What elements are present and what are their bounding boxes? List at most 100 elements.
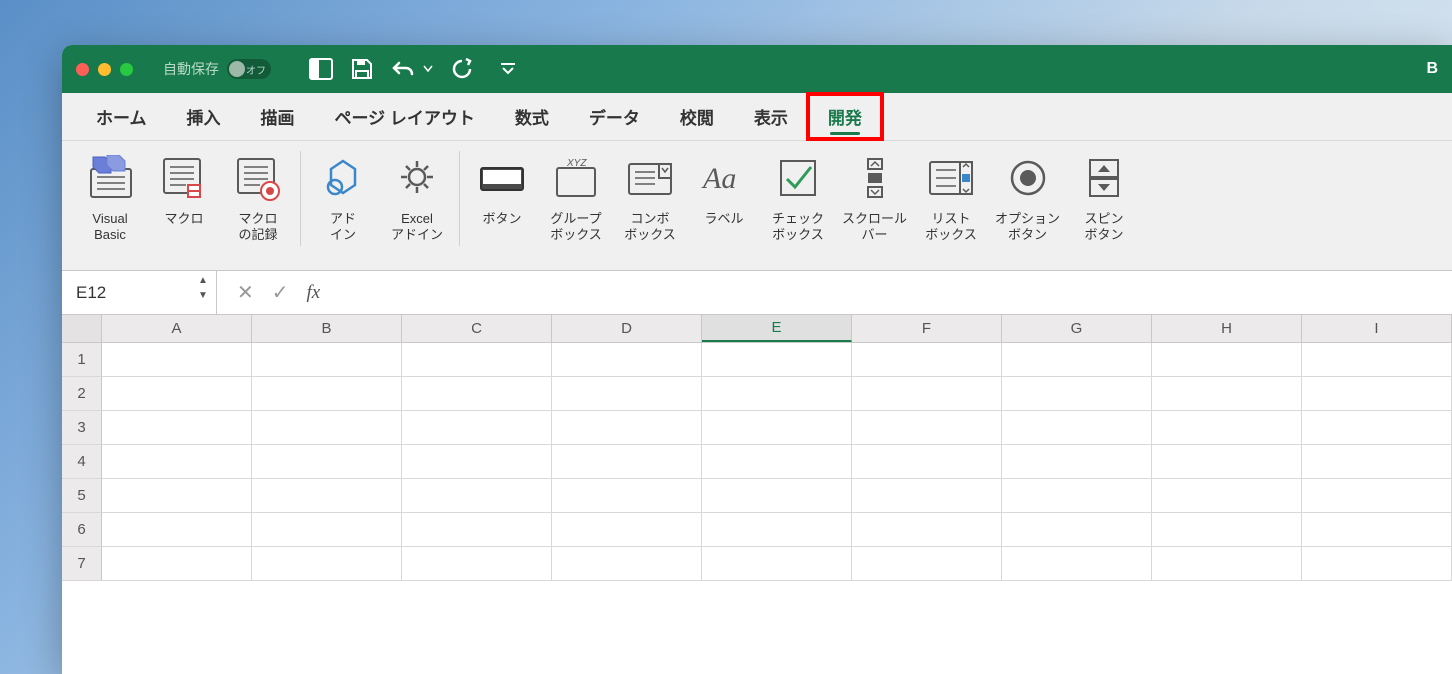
label-control[interactable]: Aa ラベル <box>694 149 754 227</box>
cell[interactable] <box>1152 445 1302 479</box>
cell[interactable] <box>102 411 252 445</box>
stepper-up-icon[interactable]: ▲ <box>196 275 210 289</box>
cell[interactable] <box>702 343 852 377</box>
tab-page-layout[interactable]: ページ レイアウト <box>315 94 495 139</box>
tab-draw[interactable]: 描画 <box>241 94 315 139</box>
column-header[interactable]: A <box>102 315 252 342</box>
cell[interactable] <box>1152 411 1302 445</box>
stepper-down-icon[interactable]: ▼ <box>196 290 210 304</box>
column-header[interactable]: H <box>1152 315 1302 342</box>
cell[interactable] <box>852 445 1002 479</box>
fx-icon[interactable]: fx <box>307 282 321 304</box>
cell[interactable] <box>1302 547 1452 581</box>
cell[interactable] <box>1152 479 1302 513</box>
cell[interactable] <box>702 479 852 513</box>
cell[interactable] <box>852 411 1002 445</box>
select-all-corner[interactable] <box>62 315 102 342</box>
cell[interactable] <box>102 445 252 479</box>
cell[interactable] <box>702 411 852 445</box>
cell[interactable] <box>102 377 252 411</box>
cell[interactable] <box>552 547 702 581</box>
cell[interactable] <box>1002 343 1152 377</box>
tab-home[interactable]: ホーム <box>76 94 167 139</box>
column-header[interactable]: D <box>552 315 702 342</box>
cell[interactable] <box>702 513 852 547</box>
cell[interactable] <box>702 445 852 479</box>
cell[interactable] <box>102 343 252 377</box>
formula-input[interactable] <box>340 271 1452 314</box>
cell[interactable] <box>702 547 852 581</box>
cell[interactable] <box>552 411 702 445</box>
cell[interactable] <box>852 479 1002 513</box>
cell[interactable] <box>402 343 552 377</box>
cell[interactable] <box>1152 547 1302 581</box>
autosave-toggle[interactable]: 自動保存 オフ <box>163 59 271 79</box>
visual-basic-button[interactable]: Visual Basic <box>80 149 140 244</box>
addin-button[interactable]: アド イン <box>313 149 373 244</box>
cell[interactable] <box>252 479 402 513</box>
cell[interactable] <box>102 547 252 581</box>
zoom-icon[interactable] <box>120 63 133 76</box>
cell[interactable] <box>402 547 552 581</box>
combobox-control[interactable]: コンボ ボックス <box>620 149 680 244</box>
cell[interactable] <box>1302 411 1452 445</box>
undo-icon[interactable] <box>391 59 415 79</box>
cell[interactable] <box>252 377 402 411</box>
tab-developer[interactable]: 開発 <box>808 94 882 139</box>
column-header[interactable]: E <box>702 315 852 342</box>
cell[interactable] <box>1152 377 1302 411</box>
scrollbar-control[interactable]: スクロール バー <box>842 149 907 244</box>
cell[interactable] <box>1002 377 1152 411</box>
checkbox-control[interactable]: チェック ボックス <box>768 149 828 244</box>
cell[interactable] <box>1302 343 1452 377</box>
cell[interactable] <box>1152 343 1302 377</box>
cell[interactable] <box>702 377 852 411</box>
row-header[interactable]: 4 <box>62 445 102 479</box>
cell[interactable] <box>402 479 552 513</box>
cell[interactable] <box>1002 513 1152 547</box>
cell[interactable] <box>852 547 1002 581</box>
cancel-icon[interactable]: ✕ <box>237 280 254 305</box>
home-icon[interactable] <box>309 58 333 80</box>
spinbutton-control[interactable]: スピン ボタン <box>1074 149 1134 244</box>
cell[interactable] <box>1002 547 1152 581</box>
cell[interactable] <box>402 445 552 479</box>
column-header[interactable]: G <box>1002 315 1152 342</box>
cell[interactable] <box>552 377 702 411</box>
column-header[interactable]: I <box>1302 315 1452 342</box>
cell[interactable] <box>552 343 702 377</box>
save-icon[interactable] <box>351 58 373 80</box>
row-header[interactable]: 5 <box>62 479 102 513</box>
cell[interactable] <box>852 343 1002 377</box>
cell[interactable] <box>552 513 702 547</box>
row-header[interactable]: 7 <box>62 547 102 581</box>
tab-formulas[interactable]: 数式 <box>495 94 569 139</box>
cell[interactable] <box>1002 445 1152 479</box>
button-control[interactable]: ボタン <box>472 149 532 227</box>
groupbox-control[interactable]: XYZ グループ ボックス <box>546 149 606 244</box>
enter-icon[interactable]: ✓ <box>272 280 289 305</box>
tab-review[interactable]: 校閲 <box>660 94 734 139</box>
cell[interactable] <box>1002 479 1152 513</box>
cell[interactable] <box>552 479 702 513</box>
cell[interactable] <box>252 445 402 479</box>
undo-dropdown-icon[interactable] <box>423 65 433 73</box>
minimize-icon[interactable] <box>98 63 111 76</box>
column-header[interactable]: B <box>252 315 402 342</box>
column-header[interactable]: C <box>402 315 552 342</box>
cell[interactable] <box>252 513 402 547</box>
cell[interactable] <box>102 513 252 547</box>
tab-insert[interactable]: 挿入 <box>167 94 241 139</box>
macro-button[interactable]: マクロ <box>154 149 214 227</box>
listbox-control[interactable]: リスト ボックス <box>921 149 981 244</box>
tab-view[interactable]: 表示 <box>734 94 808 139</box>
excel-addin-button[interactable]: Excel アドイン <box>387 149 447 244</box>
cell[interactable] <box>1302 377 1452 411</box>
toggle-switch[interactable]: オフ <box>227 59 271 79</box>
cell[interactable] <box>102 479 252 513</box>
row-header[interactable]: 2 <box>62 377 102 411</box>
cell[interactable] <box>552 445 702 479</box>
close-icon[interactable] <box>76 63 89 76</box>
cell[interactable] <box>852 513 1002 547</box>
optionbutton-control[interactable]: オプション ボタン <box>995 149 1060 244</box>
